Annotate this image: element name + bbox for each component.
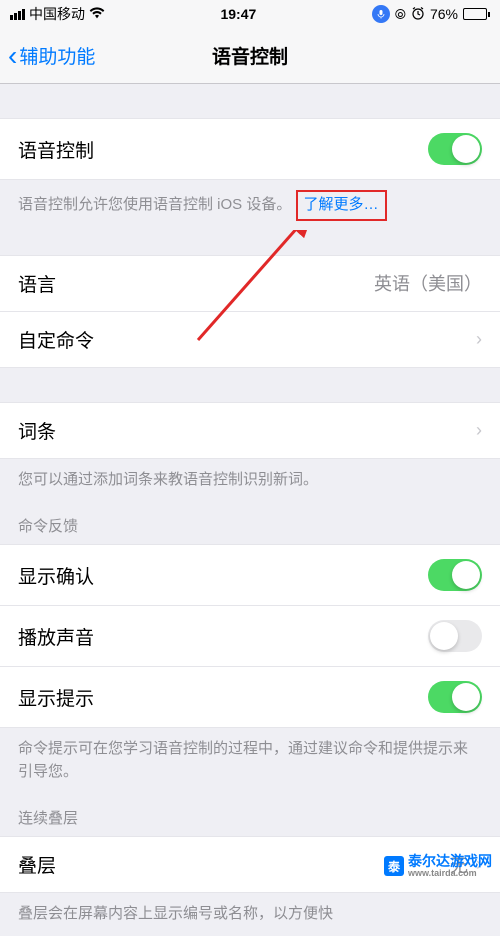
signal-icon: [10, 9, 25, 20]
carrier-label: 中国移动: [29, 4, 85, 24]
custom-commands-cell[interactable]: 自定命令 ›: [0, 312, 500, 368]
voice-control-label: 语音控制: [18, 136, 94, 163]
chevron-left-icon: ‹: [8, 42, 17, 70]
voice-control-cell[interactable]: 语音控制: [0, 118, 500, 180]
voice-control-description: 语音控制允许您使用语音控制 iOS 设备。 了解更多…: [0, 180, 500, 231]
watermark-logo-icon: 泰: [384, 856, 404, 876]
watermark-text: 泰尔达游戏网: [408, 854, 492, 869]
overlay-label: 叠层: [18, 851, 56, 878]
command-feedback-header: 命令反馈: [0, 501, 500, 544]
show-hints-cell[interactable]: 显示提示: [0, 667, 500, 728]
show-hints-toggle[interactable]: [428, 681, 482, 713]
play-sound-label: 播放声音: [18, 623, 94, 650]
overlay-header: 连续叠层: [0, 793, 500, 836]
chevron-right-icon: ›: [476, 420, 482, 441]
status-left: 中国移动: [10, 4, 105, 24]
status-right: ⦾ 76%: [372, 5, 490, 23]
alarm-icon: [411, 6, 425, 23]
back-label: 辅助功能: [19, 42, 95, 69]
page-title: 语音控制: [212, 42, 288, 69]
language-cell[interactable]: 语言 英语（美国）: [0, 255, 500, 312]
overlay-footer: 叠层会在屏幕内容上显示编号或名称，以方便快: [0, 893, 500, 936]
show-confirm-toggle[interactable]: [428, 559, 482, 591]
vocabulary-description: 您可以通过添加词条来教语音控制识别新词。: [0, 459, 500, 502]
play-sound-cell[interactable]: 播放声音: [0, 606, 500, 667]
learn-more-link[interactable]: 了解更多…: [304, 196, 379, 213]
show-confirm-label: 显示确认: [18, 562, 94, 589]
vocabulary-cell[interactable]: 词条 ›: [0, 402, 500, 459]
vocabulary-label: 词条: [18, 417, 56, 444]
language-label: 语言: [18, 270, 56, 297]
show-confirm-cell[interactable]: 显示确认: [0, 544, 500, 606]
learn-more-highlight: 了解更多…: [296, 190, 387, 221]
watermark-url: www.tairda.com: [408, 869, 492, 879]
chevron-right-icon: ›: [476, 329, 482, 350]
battery-icon: [463, 8, 490, 20]
wifi-icon: [89, 6, 105, 22]
nav-bar: ‹ 辅助功能 语音控制: [0, 28, 500, 84]
watermark: 泰 泰尔达游戏网 www.tairda.com: [384, 854, 492, 879]
battery-label: 76%: [430, 6, 458, 22]
play-sound-toggle[interactable]: [428, 620, 482, 652]
rotation-lock-icon: ⦾: [395, 6, 406, 23]
status-bar: 中国移动 19:47 ⦾ 76%: [0, 0, 500, 28]
back-button[interactable]: ‹ 辅助功能: [0, 42, 95, 70]
mic-icon: [372, 5, 390, 23]
command-feedback-footer: 命令提示可在您学习语音控制的过程中，通过建议命令和提供提示来引导您。: [0, 728, 500, 793]
show-hints-label: 显示提示: [18, 684, 94, 711]
voice-control-toggle[interactable]: [428, 133, 482, 165]
language-value: 英语（美国）: [374, 270, 482, 296]
custom-commands-label: 自定命令: [18, 326, 94, 353]
time-label: 19:47: [220, 6, 256, 22]
